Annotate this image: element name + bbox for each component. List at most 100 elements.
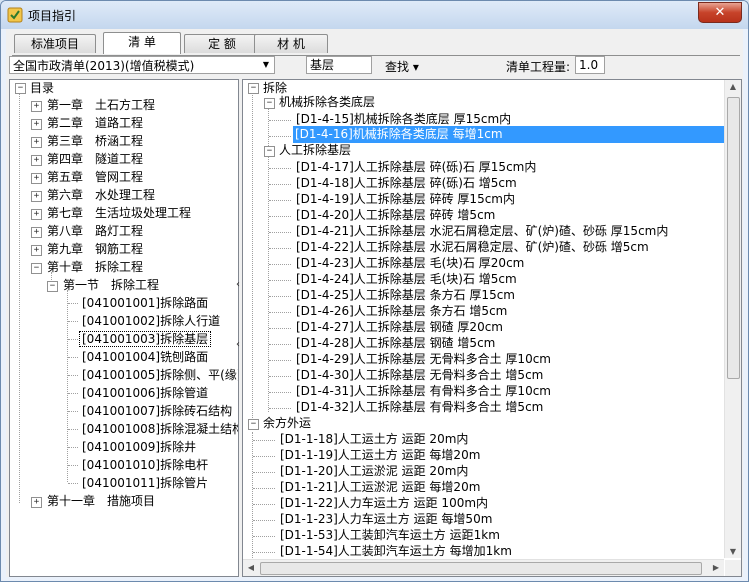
tab-quota[interactable]: 定 额 <box>184 34 260 53</box>
tree-node[interactable]: − 第一节 拆除工程 <box>47 277 159 294</box>
tree-node[interactable]: [D1-4-21]人工拆除基层 水泥石屑稳定层、矿(炉)碴、砂砾 厚15cm内 <box>296 223 668 240</box>
chevron-down-icon[interactable]: ▼ <box>258 57 274 73</box>
expand-icon[interactable]: + <box>31 227 42 238</box>
tree-node[interactable]: − 第十章 拆除工程 <box>31 259 143 276</box>
tree-node[interactable]: − 目录 <box>15 80 54 97</box>
tree-node[interactable]: [041001005]拆除侧、平(缘)石 <box>82 367 238 384</box>
tree-node[interactable]: [D1-4-23]人工拆除基层 毛(块)石 厚20cm <box>296 255 524 272</box>
tree-line <box>253 504 275 505</box>
tree-node[interactable]: + 第七章 生活垃圾处理工程 <box>31 205 191 222</box>
tree-node[interactable]: [041001006]拆除管道 <box>82 385 208 402</box>
tree-node[interactable]: [D1-4-30]人工拆除基层 无骨料多合土 增5cm <box>296 367 543 384</box>
expand-icon[interactable]: + <box>31 191 42 202</box>
tree-line <box>19 93 20 503</box>
tree-node-selected[interactable]: [041001003]拆除基层 <box>79 331 212 348</box>
collapse-icon[interactable]: − <box>248 83 259 94</box>
scroll-left-icon[interactable]: ◀ <box>243 563 259 572</box>
tree-node[interactable]: [D1-4-24]人工拆除基层 毛(块)石 增5cm <box>296 271 517 288</box>
scroll-up-icon[interactable]: ▲ <box>725 82 741 91</box>
tree-node[interactable]: [D1-4-20]人工拆除基层 碎砖 增5cm <box>296 207 495 224</box>
tree-node[interactable]: + 第三章 桥涵工程 <box>31 133 143 150</box>
scroll-down-icon[interactable]: ▼ <box>725 547 741 556</box>
tree-node[interactable]: [D1-4-29]人工拆除基层 无骨料多合土 厚10cm <box>296 351 551 368</box>
tree-node[interactable]: [D1-1-18]人工运土方 运距 20m内 <box>280 431 468 448</box>
tree-node[interactable]: + 第五章 管网工程 <box>31 169 143 186</box>
horizontal-scroll-thumb[interactable] <box>260 562 702 575</box>
tree-node[interactable]: + 第八章 路灯工程 <box>31 223 143 240</box>
expand-icon[interactable]: + <box>31 101 42 112</box>
tree-line <box>68 321 78 322</box>
expand-icon[interactable]: + <box>31 119 42 130</box>
tree-line <box>68 393 78 394</box>
tab-materials[interactable]: 材 机 <box>254 34 328 53</box>
expand-icon[interactable]: + <box>31 155 42 166</box>
tree-node[interactable]: [D1-1-21]人工运淤泥 运距 每增20m <box>280 479 480 496</box>
tree-node-highlighted[interactable]: [D1-4-16]机械拆除各类底层 每增1cm <box>293 126 728 143</box>
tree-node[interactable]: [041001002]拆除人行道 <box>82 313 220 330</box>
expand-icon[interactable]: + <box>31 245 42 256</box>
collapse-icon[interactable]: − <box>15 83 26 94</box>
splitter-left-arrow-icon[interactable]: ‹ <box>236 279 240 290</box>
tree-node[interactable]: [041001004]铣刨路面 <box>82 349 208 366</box>
tree-node[interactable]: − 机械拆除各类底层 <box>264 94 375 111</box>
tree-node[interactable]: − 人工拆除基层 <box>264 142 351 159</box>
tree-node[interactable]: [041001008]拆除混凝土结构 <box>82 421 238 438</box>
tree-node[interactable]: [D1-4-25]人工拆除基层 条方石 厚15cm <box>296 287 515 304</box>
tree-line <box>269 344 291 345</box>
tree-node[interactable]: [D1-1-19]人工运土方 运距 每增20m <box>280 447 480 464</box>
tree-node[interactable]: [D1-4-17]人工拆除基层 碎(砾)石 厚15cm内 <box>296 159 536 176</box>
close-button[interactable]: ✕ <box>698 2 742 23</box>
tree-node[interactable]: [D1-4-26]人工拆除基层 条方石 增5cm <box>296 303 507 320</box>
quantity-input-value: 1.0 <box>579 58 599 72</box>
tree-node[interactable]: [041001009]拆除井 <box>82 439 196 456</box>
tab-standard-items[interactable]: 标准项目 <box>14 34 96 53</box>
horizontal-scrollbar[interactable]: ◀ ▶ <box>243 559 724 576</box>
search-input[interactable]: 基层 <box>306 56 372 74</box>
scroll-right-icon[interactable]: ▶ <box>708 563 724 572</box>
tree-node[interactable]: [D1-4-28]人工拆除基层 钢碴 增5cm <box>296 335 495 352</box>
tree-node[interactable]: + 第二章 道路工程 <box>31 115 143 132</box>
tree-node[interactable]: + 第十一章 措施项目 <box>31 493 155 510</box>
tree-line <box>68 483 78 484</box>
tree-node[interactable]: [D1-1-53]人工装卸汽车运土方 运距1km <box>280 527 500 544</box>
quantity-input[interactable]: 1.0 <box>575 56 605 74</box>
vertical-scrollbar[interactable]: ▲ ▼ <box>724 80 741 558</box>
expand-icon[interactable]: + <box>31 173 42 184</box>
tree-node[interactable]: − 余方外运 <box>248 415 311 432</box>
vertical-scroll-thumb[interactable] <box>727 97 740 379</box>
tree-node[interactable]: [D1-4-27]人工拆除基层 钢碴 厚20cm <box>296 319 503 336</box>
collapse-icon[interactable]: − <box>31 263 42 274</box>
tree-node[interactable]: [D1-4-19]人工拆除基层 碎砖 厚15cm内 <box>296 191 515 208</box>
tree-node[interactable]: [D1-1-22]人力车运土方 运距 100m内 <box>280 495 488 512</box>
tree-node[interactable]: + 第一章 土石方工程 <box>31 97 155 114</box>
tab-bill[interactable]: 清 单 <box>103 32 181 54</box>
catalog-select[interactable]: 全国市政清单(2013)(增值税模式) ▼ <box>9 56 275 74</box>
expand-icon[interactable]: + <box>31 497 42 508</box>
quota-tree[interactable]: − 拆除 − 机械拆除各类底层 [D1-4-15]机械拆除各类底层 厚15cm内 [… <box>242 79 742 577</box>
tree-line <box>253 456 275 457</box>
tree-node[interactable]: [041001001]拆除路面 <box>82 295 208 312</box>
expand-icon[interactable]: + <box>31 137 42 148</box>
tree-node[interactable]: + 第九章 钢筋工程 <box>31 241 143 258</box>
tree-node[interactable]: + 第六章 水处理工程 <box>31 187 155 204</box>
find-button[interactable]: 查找 ▾ <box>385 58 419 75</box>
tree-node[interactable]: [041001010]拆除电杆 <box>82 457 208 474</box>
tree-node[interactable]: [D1-4-32]人工拆除基层 有骨料多合土 增5cm <box>296 399 543 416</box>
tree-node[interactable]: [D1-1-54]人工装卸汽车运土方 每增加1km <box>280 543 512 560</box>
tree-node[interactable]: + 第四章 隧道工程 <box>31 151 143 168</box>
tree-node[interactable]: [041001007]拆除砖石结构 <box>82 403 232 420</box>
splitter-left-arrow-icon[interactable]: ‹ <box>236 339 240 350</box>
collapse-icon[interactable]: − <box>264 146 275 157</box>
tree-node[interactable]: [D1-4-22]人工拆除基层 水泥石屑稳定层、矿(炉)碴、砂砾 增5cm <box>296 239 649 256</box>
tree-node[interactable]: [D1-4-31]人工拆除基层 有骨料多合土 厚10cm <box>296 383 551 400</box>
expand-icon[interactable]: + <box>31 209 42 220</box>
tree-node[interactable]: [D1-1-20]人工运淤泥 运距 20m内 <box>280 463 468 480</box>
tree-node[interactable]: [D1-4-18]人工拆除基层 碎(砾)石 增5cm <box>296 175 517 192</box>
tree-node[interactable]: [D1-1-23]人力车运土方 运距 每增50m <box>280 511 492 528</box>
collapse-icon[interactable]: − <box>47 281 58 292</box>
title-bar[interactable]: 项目指引 ✕ <box>1 1 748 29</box>
collapse-icon[interactable]: − <box>248 419 259 430</box>
tree-node[interactable]: [041001011]拆除管片 <box>82 475 208 492</box>
collapse-icon[interactable]: − <box>264 98 275 109</box>
catalog-tree[interactable]: − 目录 + 第一章 土石方工程 + 第二章 道路工程 + 第三章 桥涵工程 + 第四章 … <box>9 79 239 577</box>
